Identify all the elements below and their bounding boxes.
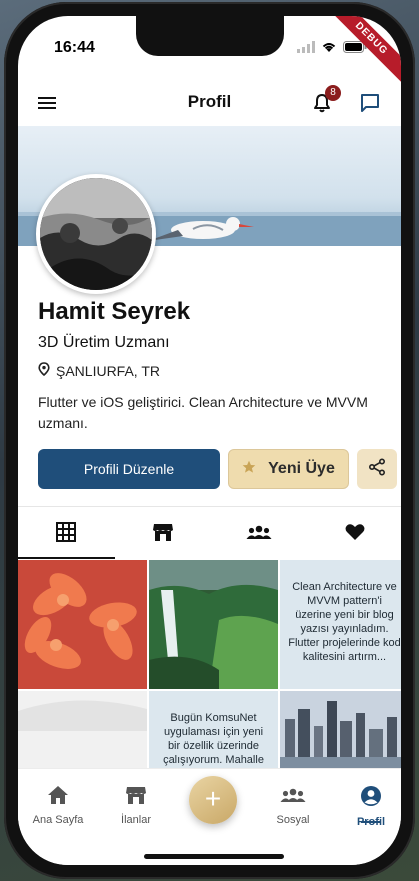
app-bar: Profil 8 xyxy=(18,80,401,128)
home-indicator xyxy=(144,854,284,859)
edit-profile-button[interactable]: Profili Düzenle xyxy=(38,449,220,489)
location-pin-icon xyxy=(38,362,50,379)
plus-icon: + xyxy=(204,783,222,814)
profile-location: ŞANLIURFA, TR xyxy=(38,362,160,379)
profile-tabs xyxy=(18,506,401,560)
add-post-button[interactable]: + xyxy=(189,776,237,824)
page-title: Profil xyxy=(187,92,232,111)
nav-listings[interactable]: İlanlar xyxy=(96,785,176,826)
share-icon xyxy=(368,457,386,481)
signal-icon xyxy=(297,40,315,58)
post-tile-waterfall[interactable] xyxy=(149,560,278,689)
bell-icon xyxy=(311,94,333,118)
profile-bio: Flutter ve iOS geliştirici. Clean Archit… xyxy=(38,394,368,431)
grid-icon xyxy=(55,521,77,548)
nav-active-indicator xyxy=(361,821,381,823)
messages-button[interactable] xyxy=(359,92,381,119)
store-icon xyxy=(152,521,174,548)
location-text: ŞANLIURFA, TR xyxy=(56,362,160,379)
post-tile-flowers[interactable] xyxy=(18,560,147,689)
active-tab-indicator xyxy=(18,557,115,559)
share-button[interactable] xyxy=(357,449,397,489)
tab-favorites[interactable] xyxy=(307,507,401,561)
new-member-button[interactable]: Yeni Üye xyxy=(228,449,349,489)
status-time: 16:44 xyxy=(54,39,95,56)
notification-badge: 8 xyxy=(325,85,341,101)
nav-listings-label: İlanlar xyxy=(121,814,151,826)
wifi-icon xyxy=(321,40,337,58)
profile-name: Hamit Seyrek xyxy=(38,298,191,325)
avatar[interactable] xyxy=(36,174,156,294)
post-tile-text-architecture[interactable]: Clean Architecture ve MVVM pattern'i üze… xyxy=(280,560,401,689)
app-screen: 16:44 DEBUG Profil 8 Hamit Seyrek 3D Üre… xyxy=(18,16,401,865)
nav-social[interactable]: Sosyal xyxy=(253,785,333,826)
post-grid: Clean Architecture ve MVVM pattern'i üze… xyxy=(18,560,401,820)
tab-groups[interactable] xyxy=(211,507,307,561)
notch xyxy=(136,16,284,56)
tab-store[interactable] xyxy=(115,507,211,561)
chat-icon xyxy=(359,94,381,118)
star-icon xyxy=(242,460,256,479)
status-bar: 16:44 DEBUG xyxy=(18,16,401,88)
nav-home-label: Ana Sayfa xyxy=(32,814,84,826)
notifications-button[interactable]: 8 xyxy=(311,85,341,119)
tab-posts[interactable] xyxy=(18,507,114,561)
edit-profile-label: Profili Düzenle xyxy=(83,461,175,477)
group-icon xyxy=(246,521,272,548)
store-icon xyxy=(125,787,147,808)
user-icon xyxy=(360,786,382,810)
home-icon xyxy=(47,786,69,808)
group-icon xyxy=(280,788,306,808)
status-icons xyxy=(297,40,367,58)
phone-frame: 16:44 DEBUG Profil 8 Hamit Seyrek 3D Üre… xyxy=(4,2,415,879)
nav-social-label: Sosyal xyxy=(276,814,310,826)
heart-icon xyxy=(344,521,366,548)
profile-job-title: 3D Üretim Uzmanı xyxy=(38,334,170,351)
new-member-label: Yeni Üye xyxy=(268,460,335,477)
nav-home[interactable]: Ana Sayfa xyxy=(18,785,98,826)
